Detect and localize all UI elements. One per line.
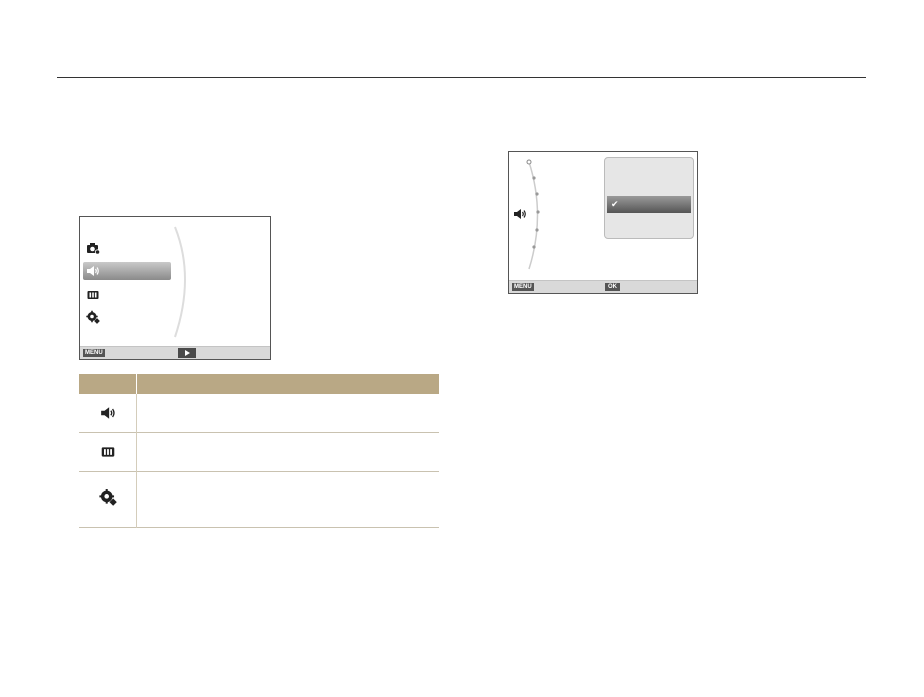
sound-icon <box>514 209 526 219</box>
table-row <box>79 472 439 528</box>
table-column-divider <box>136 394 137 528</box>
play-right-button[interactable] <box>178 348 196 358</box>
menu-arc <box>174 226 186 338</box>
menu-button[interactable]: MENU <box>83 349 105 357</box>
sound-icon[interactable] <box>86 264 100 278</box>
settings-icon[interactable] <box>86 310 100 324</box>
camera-menu-screen: MENU <box>79 216 271 360</box>
screen-bottom-bar: MENU OK <box>509 280 697 293</box>
menu-button[interactable]: MENU <box>512 283 534 291</box>
table-row <box>79 433 439 472</box>
screen-bottom-bar: MENU <box>80 346 270 359</box>
volume-dropdown[interactable]: ✔ <box>604 157 694 239</box>
display-icon <box>101 447 114 457</box>
table-row <box>79 394 439 433</box>
display-icon[interactable] <box>86 288 100 302</box>
dropdown-selected-option[interactable]: ✔ <box>607 196 691 213</box>
check-icon: ✔ <box>611 199 619 209</box>
menu-icon-table <box>79 374 439 528</box>
camera-settings-icon[interactable] <box>86 241 100 255</box>
table-header <box>79 374 439 394</box>
header-rule <box>57 77 866 78</box>
settings-icon <box>98 489 117 506</box>
sound-icon <box>100 407 115 419</box>
sound-settings-screen: ✔ MENU OK <box>508 151 698 294</box>
ok-button[interactable]: OK <box>605 283 620 291</box>
